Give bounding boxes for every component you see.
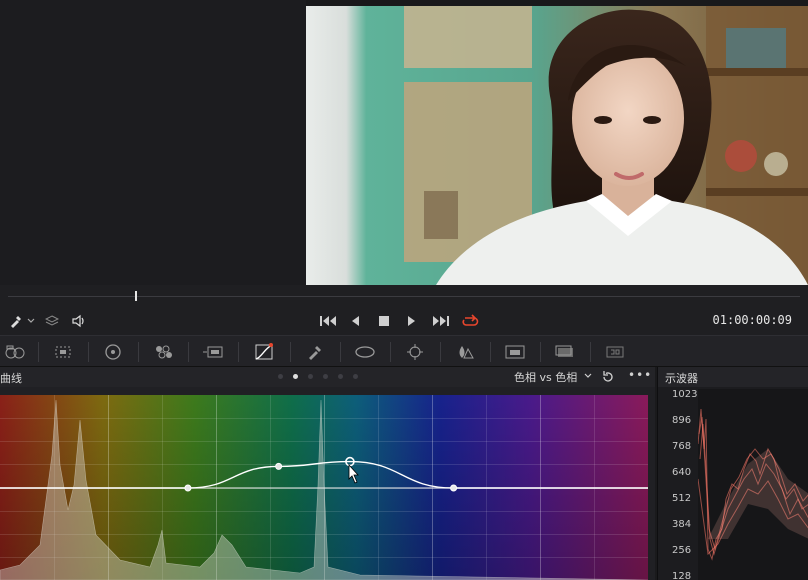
curves-icon[interactable] bbox=[251, 341, 277, 363]
sizing-icon[interactable] bbox=[552, 341, 578, 363]
waveform-scale: 1023 896 768 640 512 384 256 128 bbox=[658, 389, 698, 580]
page-dot[interactable] bbox=[308, 374, 313, 379]
panel-title: 曲线 bbox=[0, 372, 22, 385]
key-icon[interactable] bbox=[502, 341, 528, 363]
stop-icon[interactable] bbox=[377, 313, 391, 329]
window-icon[interactable] bbox=[352, 341, 378, 363]
picker-dropdown-chevron-icon[interactable] bbox=[26, 313, 36, 329]
toolbar-divider bbox=[590, 342, 591, 362]
camera-raw-icon[interactable] bbox=[2, 341, 28, 363]
waveform-header: 示波器 bbox=[658, 367, 808, 387]
timecode: 01:00:00:09 bbox=[712, 313, 792, 327]
scale-label: 1023 bbox=[672, 389, 698, 400]
loop-icon[interactable] bbox=[460, 313, 480, 329]
curves-panel: 曲线 色相 vs 色相 ••• bbox=[0, 367, 655, 580]
chevron-down-icon bbox=[583, 371, 593, 384]
transport-bar: 01:00:00:09 bbox=[0, 307, 808, 335]
color-match-icon[interactable] bbox=[50, 341, 76, 363]
viewer bbox=[0, 0, 808, 285]
reset-icon[interactable] bbox=[601, 369, 617, 385]
play-icon[interactable] bbox=[405, 313, 419, 329]
video-frame-image bbox=[306, 6, 808, 285]
toolbar-divider bbox=[340, 342, 341, 362]
scale-label: 256 bbox=[672, 545, 692, 556]
video-frame[interactable] bbox=[306, 6, 808, 285]
curves-header: 曲线 色相 vs 色相 ••• bbox=[0, 367, 655, 387]
page-dot[interactable] bbox=[323, 374, 328, 379]
motion-effects-icon[interactable] bbox=[200, 341, 226, 363]
color-wheels-icon[interactable] bbox=[100, 341, 126, 363]
color-picker-icon[interactable] bbox=[8, 313, 24, 329]
curve-control-point[interactable] bbox=[275, 462, 283, 470]
tracker-icon[interactable] bbox=[402, 341, 428, 363]
toolbar-divider bbox=[490, 342, 491, 362]
more-options-button[interactable]: ••• bbox=[628, 368, 651, 384]
blur-icon[interactable] bbox=[452, 341, 478, 363]
waveform-scope-panel: 示波器 1023 896 768 640 512 384 256 128 bbox=[657, 367, 808, 580]
curve-mode-dropdown[interactable]: 色相 vs 色相 bbox=[514, 369, 595, 385]
curve-mode-label: 色相 vs 色相 bbox=[514, 371, 578, 384]
viewer-empty-area bbox=[0, 0, 306, 285]
reverse-play-icon[interactable] bbox=[348, 313, 362, 329]
scale-label: 640 bbox=[672, 467, 692, 478]
go-to-start-icon[interactable] bbox=[318, 313, 338, 329]
curves-page-indicator[interactable] bbox=[278, 374, 358, 379]
layers-icon[interactable] bbox=[44, 313, 60, 329]
toolbar-divider bbox=[188, 342, 189, 362]
go-to-end-icon[interactable] bbox=[431, 313, 451, 329]
toolbar-divider bbox=[38, 342, 39, 362]
toolbar-divider bbox=[390, 342, 391, 362]
toolbar-divider bbox=[440, 342, 441, 362]
page-dot[interactable] bbox=[338, 374, 343, 379]
scale-label: 768 bbox=[672, 441, 692, 452]
toolbar-divider bbox=[290, 342, 291, 362]
toolbar-divider bbox=[238, 342, 239, 362]
page-dot[interactable] bbox=[353, 374, 358, 379]
toolbar-divider bbox=[88, 342, 89, 362]
3d-icon[interactable] bbox=[602, 341, 628, 363]
toolbar-divider bbox=[138, 342, 139, 362]
panel-title: 示波器 bbox=[665, 372, 698, 385]
page-dot[interactable] bbox=[278, 374, 283, 379]
qualifier-icon[interactable] bbox=[302, 341, 328, 363]
rgb-mixer-icon[interactable] bbox=[150, 341, 176, 363]
palette-toolbar bbox=[0, 335, 808, 367]
timeline-scrubber[interactable] bbox=[0, 285, 808, 307]
curve-control-point[interactable] bbox=[450, 484, 458, 492]
scale-label: 896 bbox=[672, 415, 692, 426]
scrubber-track[interactable] bbox=[8, 296, 800, 297]
scale-label: 128 bbox=[672, 571, 692, 580]
scale-label: 384 bbox=[672, 519, 692, 530]
playhead[interactable] bbox=[134, 291, 137, 301]
toolbar-divider bbox=[540, 342, 541, 362]
scale-label: 512 bbox=[672, 493, 692, 504]
audio-icon[interactable] bbox=[70, 313, 88, 329]
curve-control-point[interactable] bbox=[184, 484, 192, 492]
waveform-plot bbox=[698, 389, 808, 580]
hue-vs-hue-curve-editor[interactable] bbox=[0, 395, 648, 580]
page-dot[interactable] bbox=[293, 374, 298, 379]
